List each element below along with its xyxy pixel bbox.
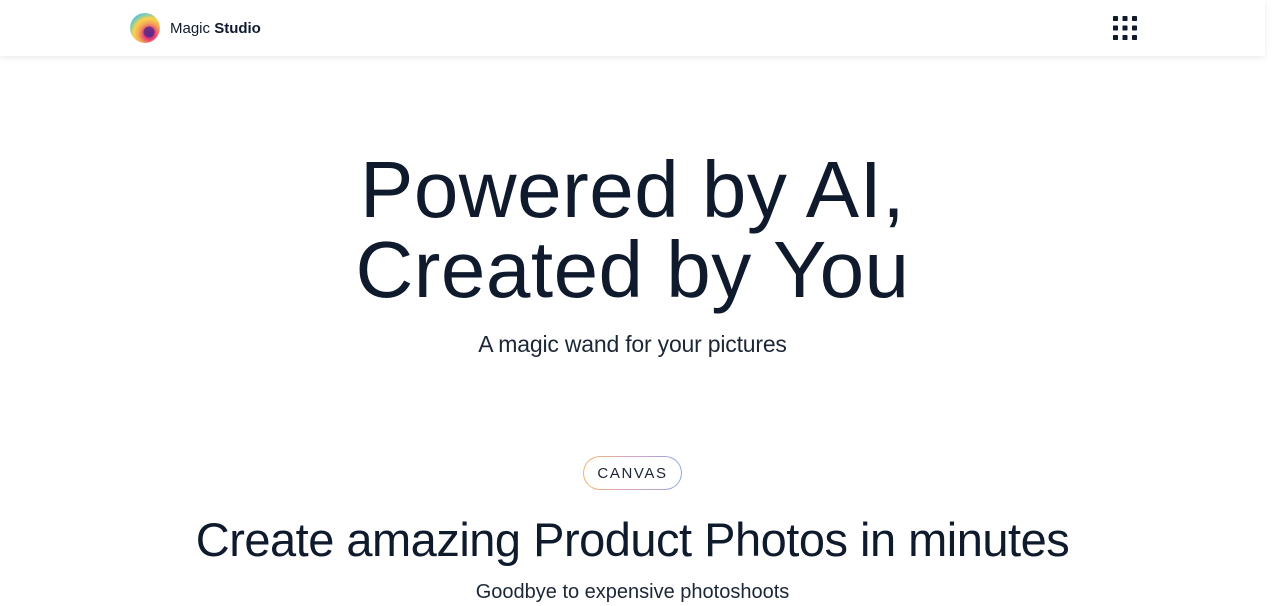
hero-title-line-1: Powered by AI, — [359, 145, 906, 234]
brand-name-light: Magic — [170, 19, 211, 37]
canvas-badge: CANVAS — [583, 456, 682, 490]
canvas-badge-label: CANVAS — [584, 457, 681, 489]
hero-section: Powered by AI, Created by You A magic wa… — [0, 150, 1265, 359]
top-navigation-bar: Magic Studio — [0, 0, 1265, 56]
feature-title: Create amazing Product Photos in minutes — [195, 513, 1070, 566]
hero-title-line-2: Created by You — [355, 225, 910, 314]
brand-name-bold: Studio — [214, 19, 261, 37]
hero-subtitle: A magic wand for your pictures — [478, 331, 787, 357]
hero-title: Powered by AI, Created by You — [0, 150, 1265, 310]
feature-subtitle: Goodbye to expensive photoshoots — [475, 581, 790, 603]
apps-menu-button[interactable] — [1110, 13, 1140, 43]
brand-name: Magic Studio — [170, 20, 261, 37]
grid-menu-icon — [1110, 13, 1140, 43]
brand-home-link[interactable]: Magic Studio — [130, 13, 261, 43]
magic-studio-logo-icon — [130, 13, 160, 43]
